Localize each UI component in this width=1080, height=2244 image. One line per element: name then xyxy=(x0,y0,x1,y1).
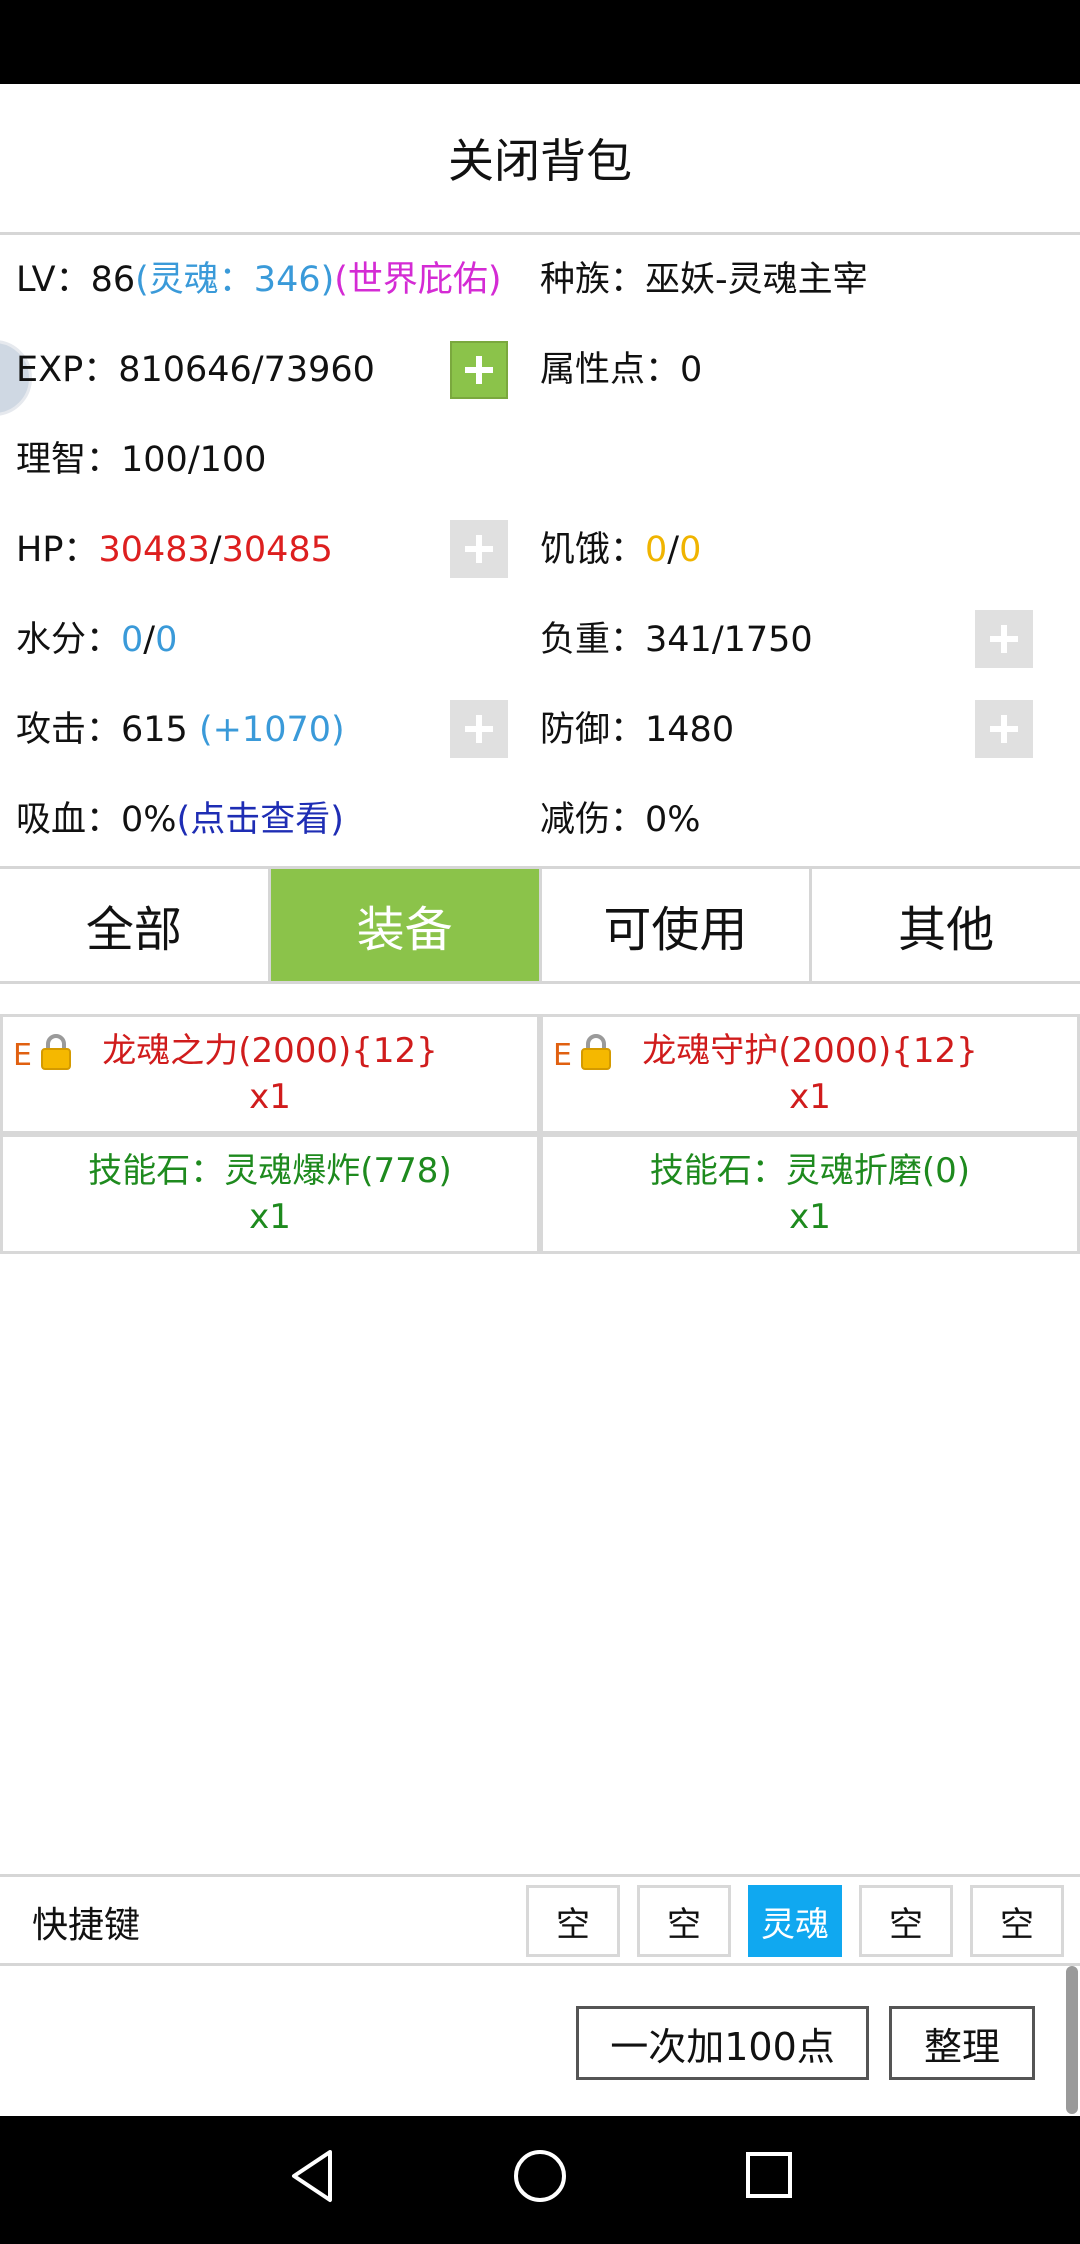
home-icon[interactable] xyxy=(512,2148,568,2204)
plus-icon xyxy=(990,625,1018,653)
lock-icon xyxy=(581,1034,611,1070)
recents-icon[interactable] xyxy=(744,2150,794,2200)
attribute-points-stat: 属性点：0 xyxy=(540,350,703,390)
item-quantity: x1 xyxy=(249,1197,291,1237)
status-bar xyxy=(0,0,1080,84)
quick-slot-1[interactable]: 空 xyxy=(526,1885,620,1957)
attack-plus-button[interactable] xyxy=(450,700,508,758)
water-stat: 水分：0/0 xyxy=(16,620,178,660)
defense-plus-button[interactable] xyxy=(975,700,1033,758)
item-name: 技能石：灵魂爆炸(778) xyxy=(88,1151,452,1191)
quick-slot-2[interactable]: 空 xyxy=(637,1885,731,1957)
quick-slot-5[interactable]: 空 xyxy=(970,1885,1064,1957)
tab-all[interactable]: 全部 xyxy=(0,869,271,981)
category-tabs: 全部 装备 可使用 其他 xyxy=(0,866,1080,984)
item-name: 技能石：灵魂折磨(0) xyxy=(649,1151,971,1191)
close-bag-button[interactable]: 关闭背包 xyxy=(0,84,1080,232)
inventory-item[interactable]: E 龙魂之力(2000){12} x1 xyxy=(0,1014,540,1134)
hp-stat: HP：30483/30485 xyxy=(16,530,333,570)
exp-stat: EXP：810646/73960 xyxy=(16,350,375,390)
plus-icon xyxy=(990,715,1018,743)
inventory-item[interactable]: 技能石：灵魂爆炸(778) x1 xyxy=(0,1134,540,1254)
equipped-badge: E xyxy=(553,1038,572,1073)
level-stat: LV：86(灵魂：346)(世界庇佑) xyxy=(16,260,502,300)
back-icon[interactable] xyxy=(286,2146,340,2206)
item-quantity: x1 xyxy=(789,1197,831,1237)
load-stat: 负重：341/1750 xyxy=(540,620,813,660)
item-name: 龙魂之力(2000){12} xyxy=(102,1031,438,1071)
divider xyxy=(0,232,1080,235)
add-100-points-button[interactable]: 一次加100点 xyxy=(576,2006,869,2080)
system-nav-bar xyxy=(0,2116,1080,2244)
hunger-stat: 饥饿：0/0 xyxy=(540,530,702,570)
tab-other[interactable]: 其他 xyxy=(812,869,1080,981)
attack-stat: 攻击：615 (+1070) xyxy=(16,710,345,750)
exp-plus-button[interactable] xyxy=(450,341,508,399)
item-quantity: x1 xyxy=(249,1077,291,1117)
plus-icon xyxy=(465,356,493,384)
lock-icon xyxy=(41,1034,71,1070)
inventory-item[interactable]: 技能石：灵魂折磨(0) x1 xyxy=(540,1134,1080,1254)
quick-slot-4[interactable]: 空 xyxy=(859,1885,953,1957)
sort-button[interactable]: 整理 xyxy=(889,2006,1035,2080)
plus-icon xyxy=(465,715,493,743)
hp-plus-button[interactable] xyxy=(450,520,508,578)
equipped-badge: E xyxy=(13,1038,32,1073)
race-stat: 种族：巫妖-灵魂主宰 xyxy=(540,260,868,300)
scrollbar[interactable] xyxy=(1066,1966,1078,2114)
quick-slot-3[interactable]: 灵魂 xyxy=(748,1885,842,1957)
tab-equipment[interactable]: 装备 xyxy=(270,869,542,981)
damage-reduction-stat: 减伤：0% xyxy=(540,800,701,840)
defense-stat: 防御：1480 xyxy=(540,710,735,750)
sanity-stat: 理智：100/100 xyxy=(16,440,267,480)
inventory-item[interactable]: E 龙魂守护(2000){12} x1 xyxy=(540,1014,1080,1134)
lifesteal-stat: 吸血：0%(点击查看) xyxy=(16,800,344,840)
load-plus-button[interactable] xyxy=(975,610,1033,668)
tab-usable[interactable]: 可使用 xyxy=(542,869,813,981)
item-quantity: x1 xyxy=(789,1077,831,1117)
lifesteal-view-link[interactable]: (点击查看) xyxy=(177,800,344,840)
plus-icon xyxy=(465,535,493,563)
item-name: 龙魂守护(2000){12} xyxy=(642,1031,978,1071)
quickbar-label: 快捷键 xyxy=(32,1905,141,1946)
